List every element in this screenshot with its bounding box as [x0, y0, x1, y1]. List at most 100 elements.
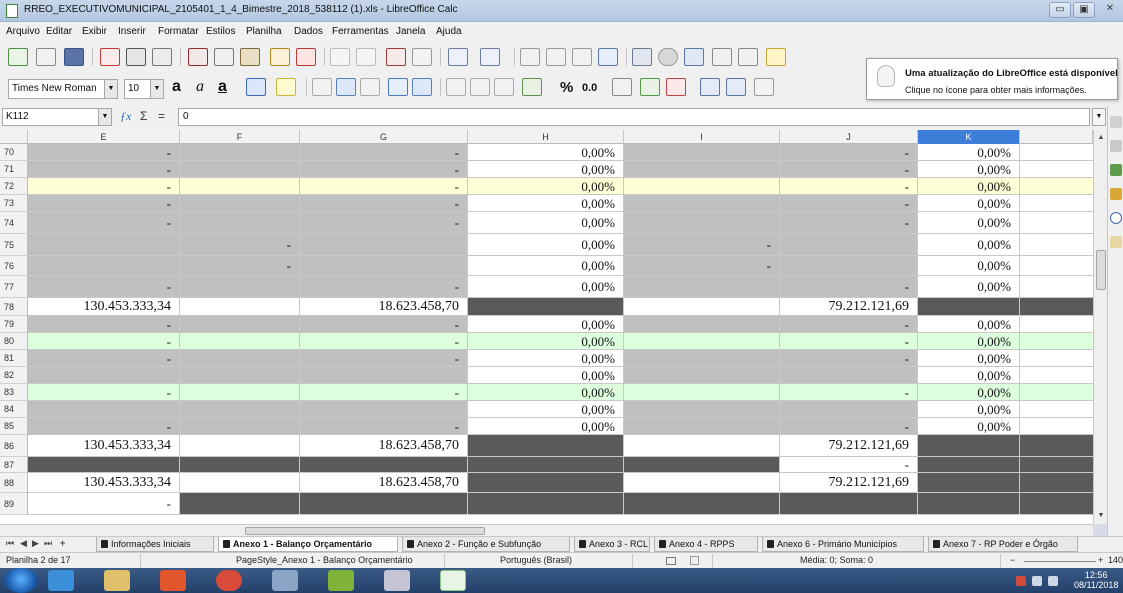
cell-h83[interactable]: 0,00% — [468, 384, 624, 401]
menu-inserir[interactable]: Inserir — [118, 26, 146, 37]
cell-g87[interactable] — [300, 457, 468, 473]
cell-g84[interactable] — [300, 401, 468, 418]
next-sheet-icon[interactable]: ▶ — [32, 538, 39, 549]
cell-j84[interactable] — [780, 401, 918, 418]
cell-k80[interactable]: 0,00% — [918, 333, 1020, 350]
last-sheet-icon[interactable]: ⏭ — [44, 538, 52, 549]
cell-e74[interactable]: - — [28, 212, 180, 234]
chevron-down-icon[interactable]: ▼ — [104, 80, 117, 98]
cell-j76[interactable] — [780, 256, 918, 276]
cell-f81[interactable] — [180, 350, 300, 367]
decrease-indent-icon[interactable] — [726, 78, 746, 96]
cell-i82[interactable] — [624, 367, 780, 384]
gallery-icon[interactable] — [1110, 188, 1122, 200]
row-header[interactable]: 74 — [0, 212, 28, 234]
cell-i86[interactable] — [624, 435, 780, 457]
cell-h84[interactable]: 0,00% — [468, 401, 624, 418]
cell-k78[interactable] — [918, 298, 1020, 316]
page-style[interactable]: PageStyle_Anexo 1 - Balanço Orçamentário — [236, 555, 413, 565]
cell-k86[interactable] — [918, 435, 1020, 457]
chart-icon[interactable] — [658, 48, 678, 66]
zoom-slider[interactable] — [1024, 561, 1096, 562]
cell-i83[interactable] — [624, 384, 780, 401]
find-replace-icon[interactable] — [386, 48, 406, 66]
paint-icon[interactable] — [272, 570, 298, 591]
cell-h82[interactable]: 0,00% — [468, 367, 624, 384]
font-name-box[interactable]: Times New Roman ▼ — [8, 79, 118, 99]
row-header[interactable]: 83 — [0, 384, 28, 401]
cell-i75[interactable]: - — [624, 234, 780, 256]
cell-l70[interactable] — [1020, 144, 1093, 161]
cell-f80[interactable] — [180, 333, 300, 350]
row-header[interactable]: 79 — [0, 316, 28, 333]
cell-f89[interactable] — [180, 493, 300, 515]
cell-k81[interactable]: 0,00% — [918, 350, 1020, 367]
cell-l86[interactable] — [1020, 435, 1093, 457]
cell-h89[interactable] — [468, 493, 624, 515]
open-folder-icon[interactable] — [36, 48, 56, 66]
file-explorer-icon[interactable] — [104, 570, 130, 591]
cell-f72[interactable] — [180, 178, 300, 195]
spelling-icon[interactable] — [412, 48, 432, 66]
menu-estilos[interactable]: Estilos — [206, 26, 235, 37]
selection-mode-icon[interactable] — [666, 557, 676, 565]
align-right-icon[interactable] — [360, 78, 380, 96]
column-header-e[interactable]: E — [28, 130, 180, 144]
document-modified-icon[interactable] — [690, 556, 699, 565]
cell-h70[interactable]: 0,00% — [468, 144, 624, 161]
menu-ferramentas[interactable]: Ferramentas — [332, 26, 389, 37]
cell-l80[interactable] — [1020, 333, 1093, 350]
cell-h80[interactable]: 0,00% — [468, 333, 624, 350]
cell-j71[interactable]: - — [780, 161, 918, 178]
cell-k75[interactable]: 0,00% — [918, 234, 1020, 256]
language[interactable]: Português (Brasil) — [500, 555, 572, 565]
column-header-l[interactable] — [1020, 130, 1093, 144]
minimize-button[interactable]: ▭ — [1049, 2, 1071, 18]
delete-decimal-icon[interactable] — [666, 78, 686, 96]
zoom-in-button[interactable]: + — [1098, 555, 1103, 565]
cell-i89[interactable] — [624, 493, 780, 515]
align-bottom-icon[interactable] — [494, 78, 514, 96]
cell-e72[interactable]: - — [28, 178, 180, 195]
cell-k79[interactable]: 0,00% — [918, 316, 1020, 333]
cell-e83[interactable]: - — [28, 384, 180, 401]
image-icon[interactable] — [632, 48, 652, 66]
app-icon[interactable] — [328, 570, 354, 591]
network-icon[interactable] — [1032, 576, 1042, 586]
close-button[interactable]: ✕ — [1099, 2, 1121, 18]
calc-app-icon[interactable] — [6, 4, 18, 18]
column-header-k[interactable]: K — [918, 130, 1020, 144]
bold-button[interactable]: a — [172, 78, 181, 96]
cell-k83[interactable]: 0,00% — [918, 384, 1020, 401]
cell-g81[interactable]: - — [300, 350, 468, 367]
comment-icon[interactable] — [766, 48, 786, 66]
cell-e76[interactable] — [28, 256, 180, 276]
hyperlink-icon[interactable] — [738, 48, 758, 66]
borders-icon[interactable] — [754, 78, 774, 96]
save-icon[interactable] — [64, 48, 84, 66]
cell-f87[interactable] — [180, 457, 300, 473]
print-preview-icon[interactable] — [152, 48, 172, 66]
cell-l78[interactable] — [1020, 298, 1093, 316]
sheet-tab-1[interactable]: Informações Iniciais — [96, 537, 214, 552]
cell-j83[interactable]: - — [780, 384, 918, 401]
cell-i80[interactable] — [624, 333, 780, 350]
clear-formatting-icon[interactable] — [296, 48, 316, 66]
cell-g88[interactable]: 18.623.458,70 — [300, 473, 468, 493]
navigator-icon[interactable] — [1110, 212, 1122, 224]
cell-i85[interactable] — [624, 418, 780, 435]
cut-icon[interactable] — [188, 48, 208, 66]
menu-planilha[interactable]: Planilha — [246, 26, 282, 37]
cell-e79[interactable]: - — [28, 316, 180, 333]
row-header[interactable]: 75 — [0, 234, 28, 256]
align-top-icon[interactable] — [446, 78, 466, 96]
row-icon[interactable] — [448, 48, 468, 66]
cell-g71[interactable]: - — [300, 161, 468, 178]
cell-i73[interactable] — [624, 195, 780, 212]
sheet-tab-2[interactable]: Anexo 1 - Balanço Orçamentário — [218, 537, 398, 552]
menu-formatar[interactable]: Formatar — [158, 26, 199, 37]
wrap-text-icon[interactable] — [388, 78, 408, 96]
cell-e87[interactable] — [28, 457, 180, 473]
volume-icon[interactable] — [1048, 576, 1058, 586]
undo-icon[interactable] — [330, 48, 350, 66]
